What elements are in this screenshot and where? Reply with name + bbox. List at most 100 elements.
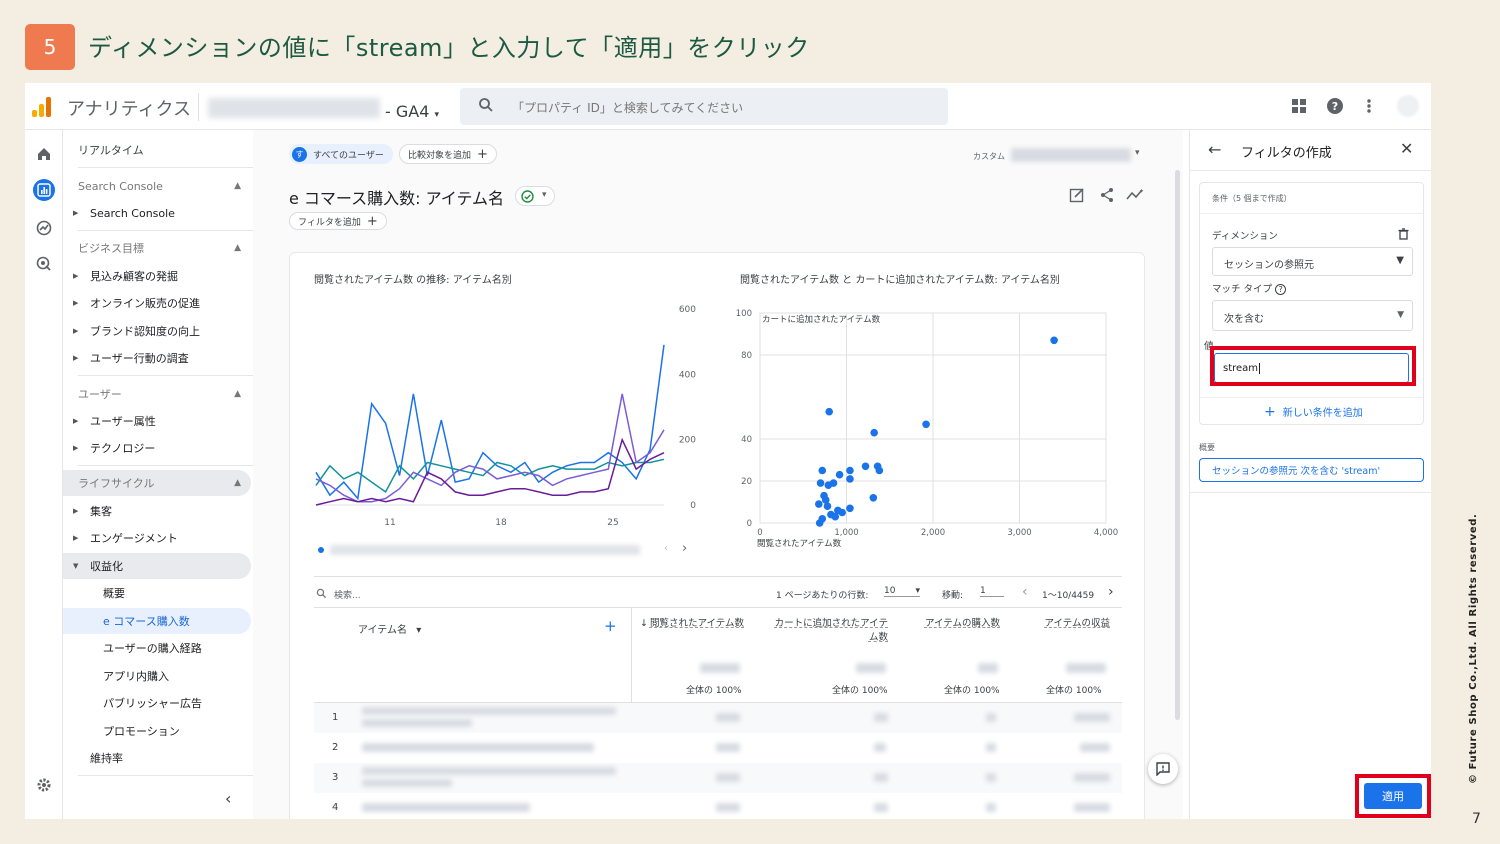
nav-item-online-sales[interactable]: ▶ オンライン販売の促進 <box>63 290 251 316</box>
nav-section-lifecycle[interactable]: ライフサイクル ▲ <box>63 470 251 496</box>
report-main: す すべてのユーザー 比較対象を追加 + カスタム ▾ e コマース購入数: アイ… <box>253 130 1183 819</box>
back-arrow-icon[interactable]: ← <box>1208 140 1221 159</box>
table-row[interactable]: 4 <box>314 793 1122 819</box>
nav-item-promotions[interactable]: プロモーション <box>63 718 251 744</box>
help-icon[interactable]: ? <box>1326 97 1344 115</box>
legend-next-icon[interactable]: › <box>682 541 687 556</box>
main-scrollbar[interactable] <box>1175 170 1180 720</box>
nav-realtime[interactable]: リアルタイム <box>63 137 251 163</box>
nav-item-user-behavior[interactable]: ▶ ユーザー行動の調査 <box>63 345 251 371</box>
nav-item-purchase-journey[interactable]: ユーザーの購入経路 <box>63 635 251 661</box>
cell-value-blurred <box>874 713 888 722</box>
search-box[interactable]: 「プロパティ ID」と検索してみてください <box>460 88 948 125</box>
cell-value-blurred <box>874 773 888 782</box>
prev-page-icon[interactable]: ‹ <box>1022 584 1028 600</box>
share-icon[interactable] <box>1099 187 1115 203</box>
add-filter-chip[interactable]: フィルタを追加 + <box>289 212 387 230</box>
legend-prev-icon[interactable]: ‹ <box>664 543 668 554</box>
nav-item-retention[interactable]: 維持率 <box>63 745 251 771</box>
report-status-chip[interactable]: ▾ <box>515 186 555 206</box>
legend-item-blurred <box>330 545 640 555</box>
section-label: ユーザー <box>78 388 122 401</box>
row-number: 1 <box>332 712 339 723</box>
divider <box>78 230 253 231</box>
apps-grid-icon[interactable] <box>1290 97 1308 115</box>
nav-item-in-app-purchases[interactable]: アプリ内購入 <box>63 663 251 689</box>
next-page-icon[interactable]: › <box>1108 584 1114 600</box>
line-chart-title: 閲覧されたアイテム数 の推移: アイテム名別 <box>314 275 512 286</box>
slide-title: ディメンションの値に「stream」と入力して「適用」をクリック <box>88 34 810 62</box>
nav-item-label: 見込み顧客の発掘 <box>90 270 178 283</box>
metric-header-item-revenue[interactable]: アイテムの収益 <box>1038 617 1110 631</box>
nav-item-publisher-ads[interactable]: パブリッシャー広告 <box>63 690 251 716</box>
home-icon[interactable] <box>33 143 55 165</box>
cell-value-blurred <box>1074 773 1110 782</box>
nav-item-leads[interactable]: ▶ 見込み顧客の発掘 <box>63 263 251 289</box>
nav-item-label: テクノロジー <box>90 442 156 455</box>
more-vert-icon[interactable] <box>1360 97 1378 115</box>
metric-header-items-purchased[interactable]: アイテムの購入数 <box>912 617 1000 631</box>
nav-item-technology[interactable]: ▶ テクノロジー <box>63 435 251 461</box>
add-comparison-chip[interactable]: 比較対象を追加 + <box>399 144 497 164</box>
delete-trash-icon[interactable] <box>1398 228 1409 240</box>
property-selector[interactable]: - GA4 ▾ <box>385 102 439 121</box>
match-type-label-text: マッチ タイプ <box>1212 284 1273 295</box>
svg-text:✦: ✦ <box>1139 188 1144 195</box>
nav-item-acquisition[interactable]: ▶ 集客 <box>63 498 251 524</box>
edit-report-icon[interactable] <box>1069 187 1085 203</box>
dimension-select[interactable]: セッションの参照元 ▼ <box>1212 247 1413 276</box>
highlight-value-input <box>1210 346 1416 386</box>
nav-item-label: ブランド認知度の向上 <box>90 325 200 338</box>
feedback-button[interactable] <box>1148 754 1178 784</box>
match-type-select[interactable]: 次を含む ▼ <box>1212 300 1413 331</box>
property-name-blurred[interactable] <box>208 98 380 118</box>
metric-header-added-to-cart[interactable]: カートに追加されたアイテム数 <box>768 617 888 645</box>
metric-header-label: 閲覧されたアイテム数 <box>649 618 744 629</box>
goto-input[interactable]: 1 <box>980 586 1004 597</box>
cell-value-blurred <box>874 743 886 752</box>
nav-item-overview[interactable]: 概要 <box>63 580 251 606</box>
total-percent: 全体の 100% <box>1046 686 1102 696</box>
rows-per-page-select[interactable]: 10 ▾ <box>884 586 920 597</box>
advertising-icon[interactable] <box>33 253 55 275</box>
caret-down-icon: ▼ <box>1397 310 1404 320</box>
avatar: す <box>292 146 307 162</box>
table-row[interactable]: 2 <box>314 733 1122 763</box>
collapse-chevron-icon[interactable]: ‹ <box>225 789 231 808</box>
table-search-input[interactable]: 検索... <box>334 588 361 601</box>
nav-item-label: 集客 <box>90 505 112 518</box>
reports-icon[interactable] <box>33 179 55 201</box>
item-name-blurred <box>362 707 616 715</box>
nav-item-label: ユーザー行動の調査 <box>90 352 189 365</box>
account-avatar[interactable] <box>1397 95 1419 117</box>
nav-section-business[interactable]: ビジネス目標 ▲ <box>63 235 251 261</box>
all-users-chip[interactable]: す すべてのユーザー <box>289 144 393 164</box>
add-condition-button[interactable]: + 新しい条件を追加 <box>1264 404 1363 420</box>
y-tick-label: 100 <box>736 309 752 319</box>
nav-item-brand-awareness[interactable]: ▶ ブランド認知度の向上 <box>63 318 251 344</box>
nav-item-engagement[interactable]: ▶ エンゲージメント <box>63 525 251 551</box>
caret-right-icon: ▶ <box>73 272 79 280</box>
nav-section-user[interactable]: ユーザー ▲ <box>63 381 251 407</box>
nav-item-monetization[interactable]: ▼ 収益化 <box>63 553 251 579</box>
help-circle-icon[interactable]: ? <box>1275 284 1287 295</box>
date-range-blurred[interactable] <box>1011 148 1131 162</box>
nav-item-demographics[interactable]: ▶ ユーザー属性 <box>63 408 251 434</box>
table-row[interactable]: 1 <box>314 703 1122 733</box>
scatter-point <box>875 466 884 475</box>
nav-item-label: 維持率 <box>90 752 123 765</box>
settings-gear-icon[interactable] <box>33 774 55 796</box>
insights-icon[interactable]: ✦ <box>1126 187 1144 203</box>
dimension-header[interactable]: アイテム名 ▾ <box>358 621 421 636</box>
caret-down-icon[interactable]: ▾ <box>1135 148 1140 158</box>
add-dimension-plus-icon[interactable]: + <box>604 617 617 635</box>
property-suffix: - GA4 <box>385 102 430 121</box>
page-number: 7 <box>1472 811 1481 827</box>
nav-item-search-console[interactable]: ▶ Search Console <box>63 200 251 226</box>
explore-icon[interactable] <box>33 217 55 239</box>
nav-item-ecommerce-purchases[interactable]: e コマース購入数 <box>63 608 251 634</box>
table-row[interactable]: 3 <box>314 763 1122 793</box>
metric-header-items-viewed[interactable]: ↓ 閲覧されたアイテム数 <box>640 617 744 631</box>
nav-section-search-console[interactable]: Search Console ▲ <box>63 173 251 199</box>
close-icon[interactable]: ✕ <box>1400 139 1413 158</box>
